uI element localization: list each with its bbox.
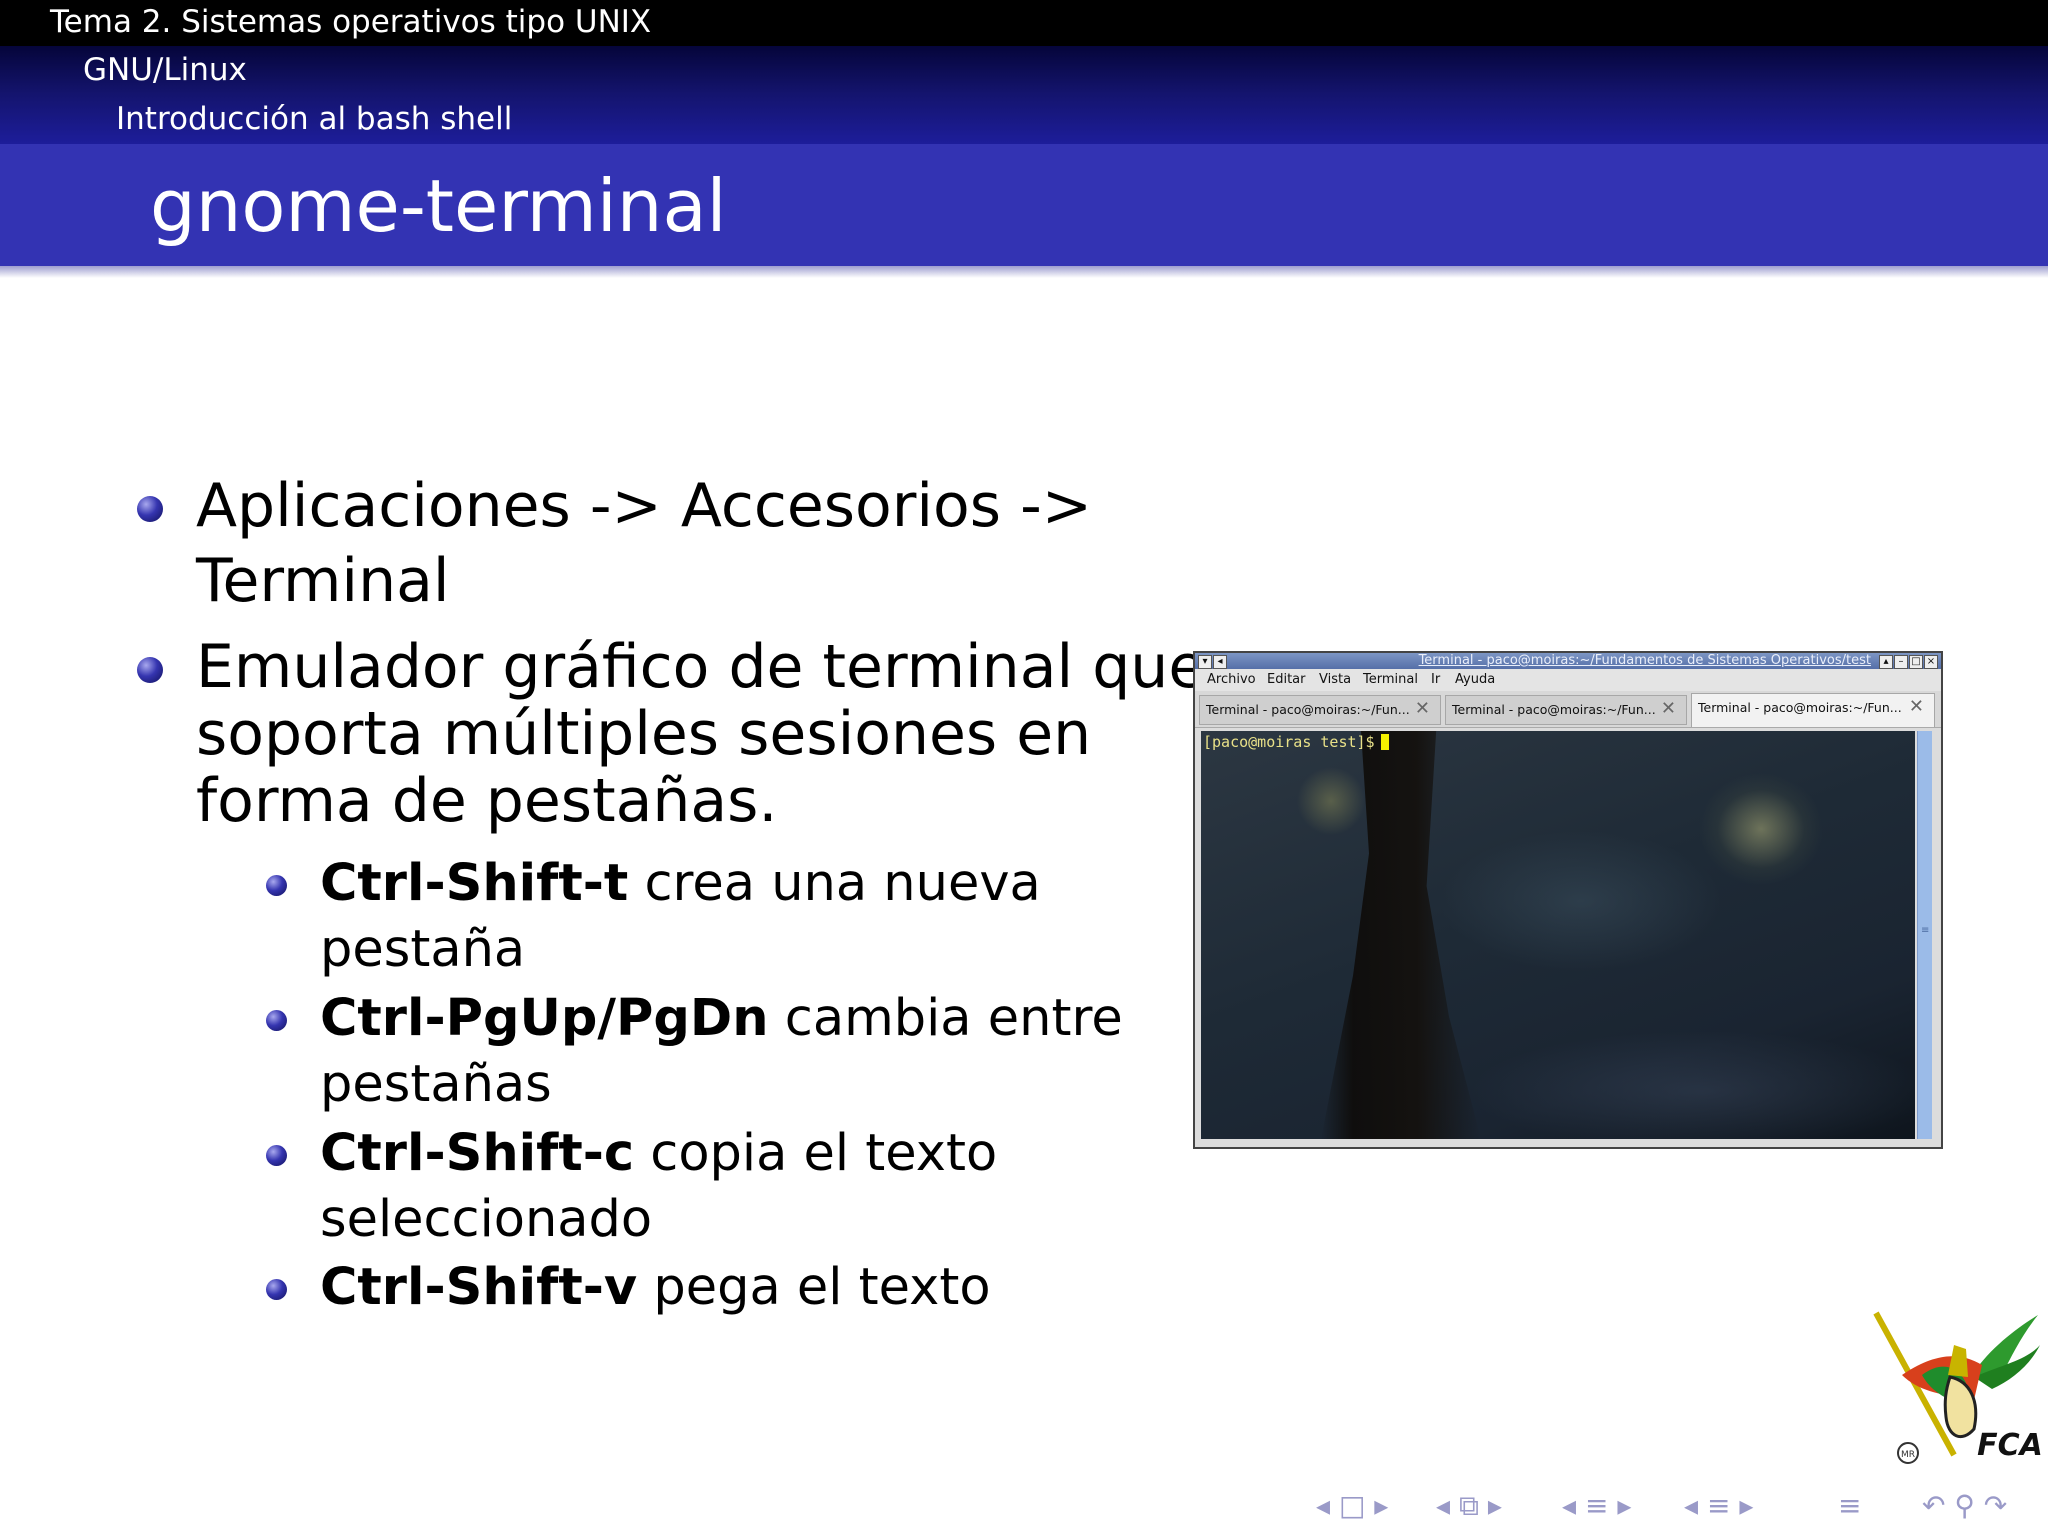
shortcut-key: Ctrl-PgUp/PgDn xyxy=(320,989,769,1048)
window-shade-icon[interactable]: ◂ xyxy=(1213,655,1227,669)
bullet-icon xyxy=(137,657,163,683)
bullet-1-line-2: Terminal xyxy=(196,546,450,616)
nav-section-icon[interactable]: ◂ ≡ ▸ xyxy=(1562,1486,1631,1526)
shortcut-key: Ctrl-Shift-t xyxy=(320,854,629,913)
cursor-icon xyxy=(1380,734,1389,750)
subbullet-icon xyxy=(266,1010,287,1031)
svg-text:MR: MR xyxy=(1901,1450,1915,1460)
subbullet-2-line-1: Ctrl-PgUp/PgDn cambia entre xyxy=(320,985,1123,1053)
menu-vista[interactable]: Vista xyxy=(1319,672,1351,688)
terminal-menubar: Archivo Editar Vista Terminal Ir Ayuda xyxy=(1195,669,1941,691)
terminal-scrollbar[interactable]: ≡ xyxy=(1917,731,1932,1139)
window-minimize-icon[interactable]: – xyxy=(1894,655,1908,669)
subbullet-1-line-1: Ctrl-Shift-t crea una nueva xyxy=(320,850,1041,918)
menu-terminal[interactable]: Terminal xyxy=(1363,672,1418,688)
window-menu-icon[interactable]: ▾ xyxy=(1198,655,1212,669)
background-tree xyxy=(1321,731,1481,1139)
subbullet-icon xyxy=(266,875,287,896)
shortcut-key: Ctrl-Shift-c xyxy=(320,1124,635,1183)
bullet-1-line-1: Aplicaciones -> Accesorios -> xyxy=(196,471,1093,541)
svg-text:FCA: FCA xyxy=(1977,1428,2042,1463)
title-shadow xyxy=(0,266,2048,278)
terminal-titlebar: ▾ ◂ Terminal - paco@moiras:~/Fundamentos… xyxy=(1195,653,1941,669)
menu-archivo[interactable]: Archivo xyxy=(1207,672,1256,688)
bullet-2-line-3: forma de pestañas. xyxy=(196,766,778,836)
shortcut-desc: pega el texto xyxy=(637,1258,991,1317)
terminal-tabbar: Terminal - paco@moiras:~/Fun... ✕ Termin… xyxy=(1195,691,1941,728)
subbullet-3-line-2: seleccionado xyxy=(320,1190,653,1249)
menu-ir[interactable]: Ir xyxy=(1431,672,1440,688)
shortcut-desc: crea una nueva xyxy=(628,854,1041,913)
terminal-tab-3[interactable]: Terminal - paco@moiras:~/Fun... ✕ xyxy=(1691,693,1935,727)
nav-toc-icon[interactable]: ≡ xyxy=(1838,1486,1861,1526)
subbullet-3-line-1: Ctrl-Shift-c copia el texto xyxy=(320,1120,997,1188)
shortcut-desc: copia el texto xyxy=(634,1124,998,1183)
subbullet-icon xyxy=(266,1145,287,1166)
nav-subsection-icon[interactable]: ◂ ⧉ ▸ xyxy=(1436,1486,1502,1526)
terminal-tab-2[interactable]: Terminal - paco@moiras:~/Fun... ✕ xyxy=(1445,695,1687,725)
subbullet-4-line-1: Ctrl-Shift-v pega el texto xyxy=(320,1254,991,1322)
tab-close-icon[interactable]: ✕ xyxy=(1415,700,1430,718)
frame-title-bar: gnome-terminal xyxy=(0,144,2048,266)
nav-section-2-icon[interactable]: ◂ ≡ ▸ xyxy=(1684,1486,1753,1526)
shortcut-desc: cambia entre xyxy=(768,989,1123,1048)
header-subsubsection[interactable]: Introducción al bash shell xyxy=(0,94,2048,144)
frame-title: gnome-terminal xyxy=(150,164,727,248)
tab-close-icon[interactable]: ✕ xyxy=(1909,698,1924,716)
window-close-icon[interactable]: × xyxy=(1924,655,1938,669)
header-section[interactable]: Tema 2. Sistemas operativos tipo UNIX xyxy=(0,0,2048,46)
terminal-screenshot: ▾ ◂ Terminal - paco@moiras:~/Fundamentos… xyxy=(1193,651,1943,1149)
shortcut-key: Ctrl-Shift-v xyxy=(320,1258,638,1317)
tab-label: Terminal - paco@moiras:~/Fun... xyxy=(1452,702,1656,717)
window-maximize-icon[interactable]: □ xyxy=(1909,655,1923,669)
nav-search-icon[interactable]: ↶ ⚲ ↷ xyxy=(1922,1486,2007,1526)
tab-label: Terminal - paco@moiras:~/Fun... xyxy=(1206,702,1410,717)
bullet-2-line-1: Emulador gráfico de terminal que xyxy=(196,632,1206,702)
header-subsection[interactable]: GNU/Linux xyxy=(0,46,2048,94)
tab-label: Terminal - paco@moiras:~/Fun... xyxy=(1698,700,1902,715)
bullet-icon xyxy=(137,496,163,522)
menu-ayuda[interactable]: Ayuda xyxy=(1455,672,1495,688)
subbullet-2-line-2: pestañas xyxy=(320,1055,552,1114)
tab-close-icon[interactable]: ✕ xyxy=(1661,700,1676,718)
nav-frame-icon[interactable]: ◂ □ ▸ xyxy=(1316,1486,1388,1526)
terminal-tab-1[interactable]: Terminal - paco@moiras:~/Fun... ✕ xyxy=(1199,695,1441,725)
scroll-grip-icon: ≡ xyxy=(1921,925,1930,936)
bullet-2-line-2: soporta múltiples sesiones en xyxy=(196,699,1092,769)
fca-logo: MR FCA xyxy=(1862,1305,2043,1475)
subbullet-icon xyxy=(266,1279,287,1300)
terminal-window-title: Terminal - paco@moiras:~/Fundamentos de … xyxy=(1418,653,1871,668)
menu-editar[interactable]: Editar xyxy=(1267,672,1306,688)
terminal-prompt: [paco@moiras test]$ xyxy=(1203,733,1389,751)
subbullet-1-line-2: pestaña xyxy=(320,920,526,979)
window-up-icon[interactable]: ▴ xyxy=(1879,655,1893,669)
terminal-screen[interactable]: [paco@moiras test]$ xyxy=(1201,731,1915,1139)
